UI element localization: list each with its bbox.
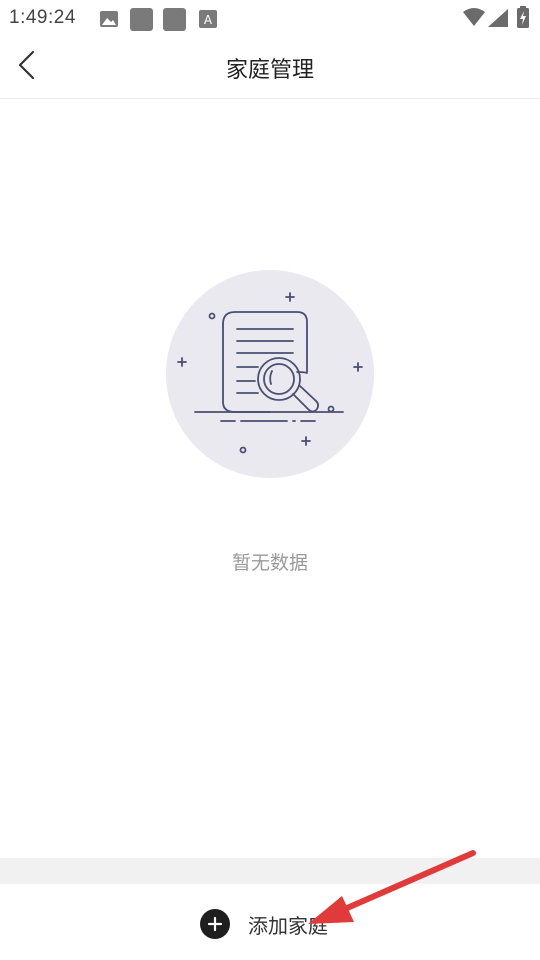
empty-state-text: 暂无数据 [231,552,308,574]
page-title: 家庭管理 [225,58,314,83]
status-bar: 1:49:24 A [0,0,540,36]
plus-circle-icon [200,909,230,939]
wifi-icon [462,7,486,31]
document-search-icon [165,269,375,479]
battery-charging-icon [517,6,529,32]
app-square-icon [130,8,153,31]
svg-text:A: A [204,13,213,27]
app-square-icon [163,8,186,31]
image-icon [99,10,119,32]
bottom-bar: 添加家庭 [0,884,540,960]
add-family-button[interactable]: 添加家庭 [200,904,328,944]
divider-band [0,858,540,884]
status-time: 1:49:24 [9,7,76,28]
font-a-icon: A [199,10,217,32]
add-family-label: 添加家庭 [248,913,328,938]
app-header: 家庭管理 [0,36,540,99]
signal-icon [487,8,509,32]
